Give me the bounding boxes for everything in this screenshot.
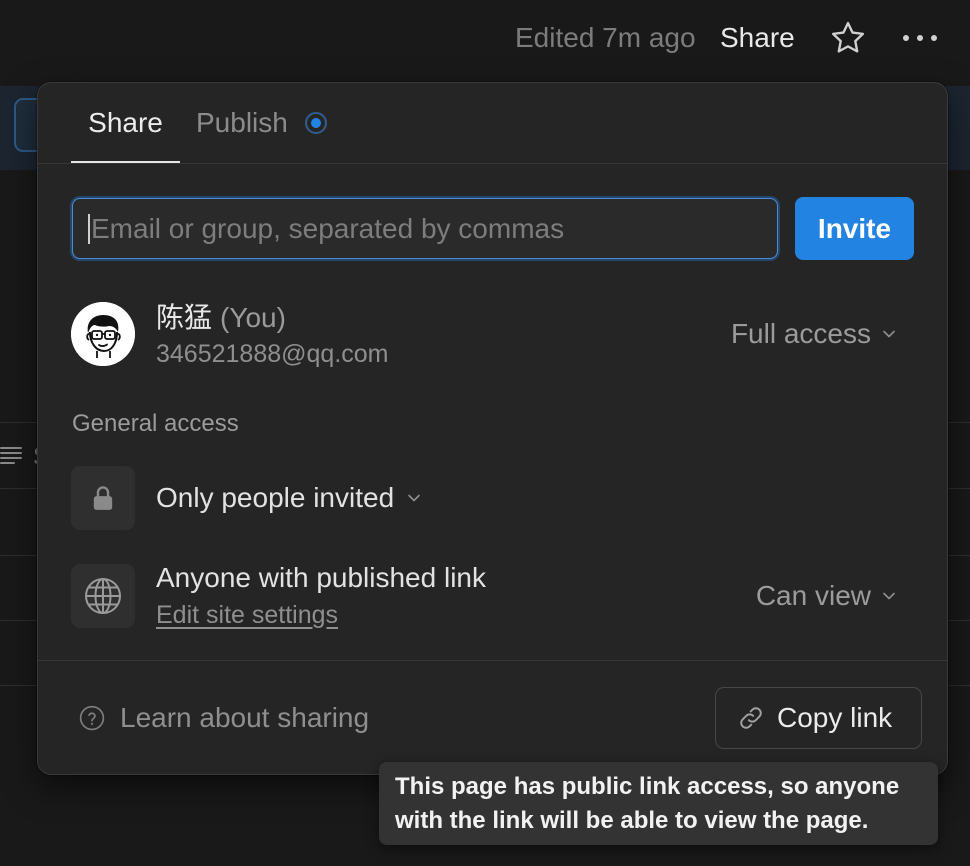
published-access-dropdown[interactable]: Can view: [756, 580, 899, 612]
cartoon-avatar-icon: [71, 302, 135, 366]
you-label: (You): [220, 302, 286, 333]
invite-button[interactable]: Invite: [795, 197, 914, 260]
copy-link-button[interactable]: Copy link: [715, 687, 922, 749]
tooltip-text: This page has public link access, so any…: [395, 773, 900, 800]
tab-publish-label: Publish: [196, 107, 288, 138]
text-caret: [88, 214, 90, 244]
tab-publish[interactable]: Publish: [180, 83, 344, 163]
chevron-down-icon: [879, 324, 899, 344]
star-icon[interactable]: [829, 19, 867, 57]
divider: [38, 660, 947, 661]
top-bar: Edited 7m ago Share: [0, 0, 970, 82]
share-button[interactable]: Share: [720, 22, 795, 54]
more-horizontal-icon[interactable]: [901, 33, 939, 43]
question-circle-icon: [79, 705, 105, 731]
page: S Edited 7m ago Share Share Publish: [0, 0, 970, 866]
tooltip-text: with the link will be able to view the p…: [395, 807, 869, 834]
edit-site-settings-link[interactable]: Edit site settings: [156, 600, 338, 630]
member-access-label: Full access: [730, 318, 871, 349]
general-access-dropdown[interactable]: Only people invited: [156, 482, 424, 514]
share-dialog: Share Publish Invite: [37, 82, 948, 775]
chevron-down-icon: [879, 586, 899, 606]
divider: [38, 163, 947, 164]
invite-input[interactable]: [73, 199, 777, 258]
published-link-label: Anyone with published link: [156, 562, 486, 593]
public-access-tooltip: This page has public link access, so any…: [379, 762, 938, 845]
general-access-label: Only people invited: [156, 482, 395, 513]
member-name-line: 陈猛 (You): [156, 302, 286, 334]
member-name: 陈猛: [156, 302, 213, 333]
last-edited-label[interactable]: Edited 7m ago: [515, 22, 696, 54]
invite-field: [72, 198, 778, 259]
member-email: 346521888@qq.com: [156, 340, 389, 368]
published-access-label: Can view: [755, 580, 871, 611]
member-access-dropdown[interactable]: Full access: [731, 318, 899, 350]
learn-about-sharing-label: Learn about sharing: [120, 702, 370, 733]
general-access-heading: General access: [72, 410, 239, 437]
link-icon: [738, 705, 764, 731]
chevron-down-icon: [404, 488, 424, 508]
tab-share-label: Share: [88, 107, 163, 138]
text-lines-icon: [0, 444, 22, 466]
lock-icon: [71, 466, 135, 530]
published-dot-icon: [304, 111, 328, 135]
copy-link-label: Copy link: [777, 702, 893, 733]
globe-icon: [71, 564, 135, 628]
tab-share[interactable]: Share: [71, 83, 180, 163]
learn-about-sharing-link[interactable]: Learn about sharing: [79, 702, 369, 734]
